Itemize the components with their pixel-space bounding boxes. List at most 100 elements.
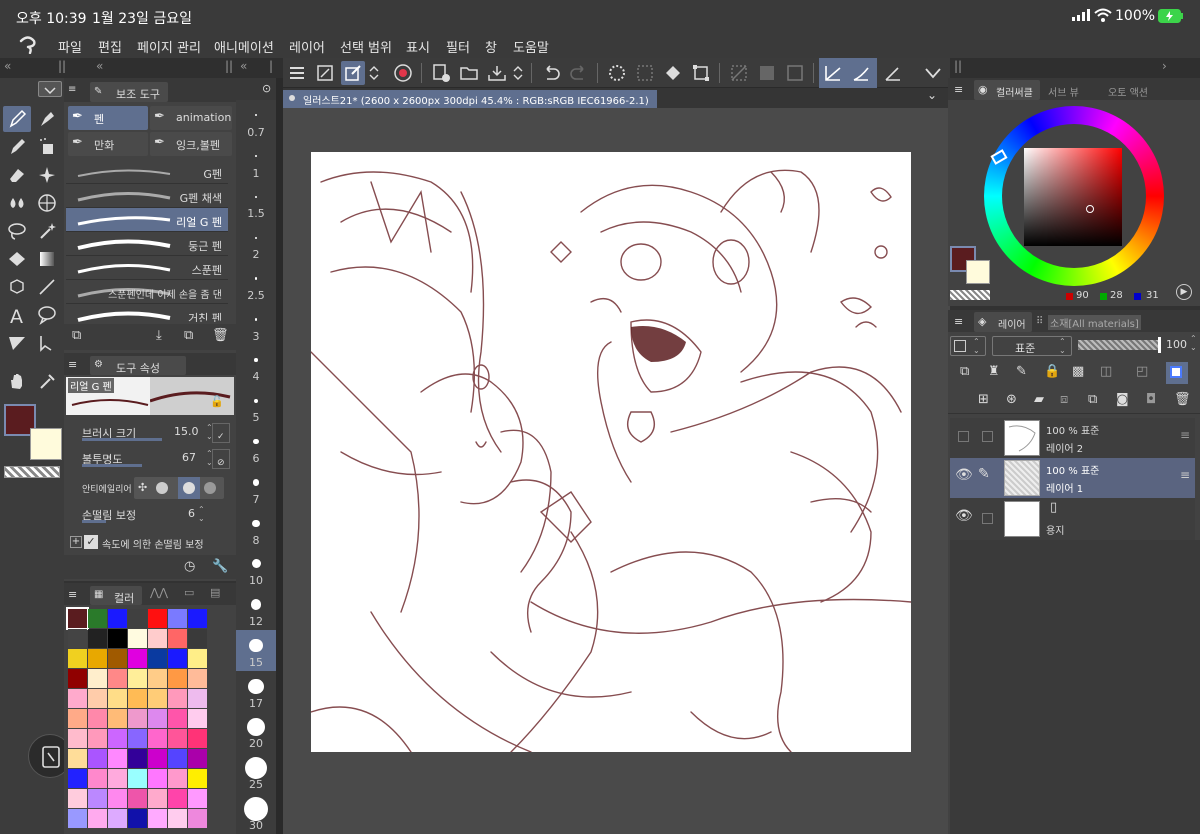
color-swatch[interactable] xyxy=(88,649,107,668)
color-swatch[interactable] xyxy=(128,709,147,728)
color-swatch[interactable] xyxy=(168,689,187,708)
brush-size-item[interactable]: 10 xyxy=(236,549,276,590)
menu-view[interactable]: 표시 xyxy=(406,37,430,56)
menu-page[interactable]: 페이지 관리 xyxy=(137,37,201,56)
list-item[interactable]: 리얼 G 펜 xyxy=(66,208,228,232)
list-item[interactable]: 거친 펜 xyxy=(66,304,228,322)
color-swatch[interactable] xyxy=(108,609,127,628)
save-button[interactable] xyxy=(485,61,509,85)
brush-size-item[interactable]: 12 xyxy=(236,589,276,630)
transparent-color-swatch[interactable] xyxy=(4,466,60,478)
color-swatch[interactable] xyxy=(148,749,167,768)
ink-tool-button[interactable] xyxy=(33,106,61,132)
fill-button[interactable] xyxy=(661,61,685,85)
layer-row-selected[interactable]: 👁 ✎ 100 % 표준 레이어 1 ≡ xyxy=(950,458,1195,498)
color-swatch[interactable] xyxy=(128,689,147,708)
deselect-button[interactable] xyxy=(727,61,751,85)
clear-outside-button[interactable] xyxy=(633,61,657,85)
transparent-chip[interactable] xyxy=(950,290,990,300)
color-swatch[interactable] xyxy=(188,729,207,748)
color-swatch[interactable] xyxy=(188,689,207,708)
color-swatch[interactable] xyxy=(88,729,107,748)
saturation-value-square[interactable] xyxy=(1024,148,1122,246)
text-tool-button[interactable]: A xyxy=(3,302,31,328)
menu-layer[interactable]: 레이어 xyxy=(289,37,325,56)
combine-layer-icon[interactable]: ⧉ xyxy=(1088,392,1097,407)
sub-color-swatch[interactable] xyxy=(30,428,62,460)
color-swatch[interactable] xyxy=(68,649,87,668)
color-swatch[interactable] xyxy=(108,729,127,748)
tab-materials[interactable]: 소재[All materials] xyxy=(1048,315,1141,330)
color-swatch[interactable] xyxy=(188,789,207,808)
list-item[interactable]: 스푼펜인데 이제 손을 좀 댄 xyxy=(66,280,228,304)
airbrush-tool-button[interactable] xyxy=(33,134,61,160)
color-swatch[interactable] xyxy=(88,609,107,628)
color-swatch[interactable] xyxy=(168,649,187,668)
gradient-tool-button[interactable] xyxy=(33,246,61,272)
expand-right-icon[interactable]: › xyxy=(1162,59,1167,73)
draft-layer-icon[interactable]: ✎ xyxy=(1016,364,1027,379)
color-swatch[interactable] xyxy=(148,809,167,828)
tab-list-chevron-icon[interactable]: ⌄ xyxy=(927,88,937,102)
stepper-icon[interactable]: ⌃ ⌄ xyxy=(198,505,205,523)
brush-size-item[interactable]: 1 xyxy=(236,141,276,182)
color-swatch[interactable] xyxy=(88,689,107,708)
color-swatch[interactable] xyxy=(68,789,87,808)
list-item[interactable]: G펜 xyxy=(66,160,228,184)
drag-handle-icon[interactable]: ≡ xyxy=(1180,468,1190,482)
antialias-none-icon[interactable]: ✣ xyxy=(138,481,147,494)
new-vector-layer-icon[interactable]: ⊛ xyxy=(1006,392,1017,407)
list-item[interactable]: G펜 채색 xyxy=(66,184,228,208)
checkbox-checked-icon[interactable]: ✓ xyxy=(84,535,98,549)
collapse-brush-icon[interactable]: « xyxy=(240,59,247,73)
brush-size-row[interactable]: 브러시 크기 15.0 ⌃ ⌄ xyxy=(82,423,213,443)
color-swatch[interactable] xyxy=(66,607,89,630)
color-swatch[interactable] xyxy=(168,609,187,628)
layer-row[interactable]: 👁 ▯ 용지 xyxy=(950,498,1195,540)
tab-auto-action[interactable]: 오토 액션 xyxy=(1108,84,1148,99)
visibility-toggle-empty[interactable] xyxy=(958,431,969,442)
fit-screen-button[interactable] xyxy=(313,61,337,85)
brush-size-item[interactable]: 15 xyxy=(236,630,276,671)
color-swatch[interactable] xyxy=(68,709,87,728)
speed-stabilization-row[interactable]: + ✓ 속도에 의한 손떨림 보정 xyxy=(70,534,236,552)
color-swatch[interactable] xyxy=(108,769,127,788)
new-raster-layer-icon[interactable]: ⊞ xyxy=(978,392,989,407)
color-swatch[interactable] xyxy=(188,649,207,668)
canvas-area[interactable] xyxy=(283,108,950,834)
menu-animation[interactable]: 애니메이션 xyxy=(214,37,274,56)
color-swatch[interactable] xyxy=(128,789,147,808)
color-swatch[interactable] xyxy=(168,629,187,648)
color-swatch[interactable] xyxy=(188,609,207,628)
expand-icon[interactable]: + xyxy=(70,536,82,548)
color-swatch[interactable] xyxy=(148,689,167,708)
object-tool-button[interactable] xyxy=(3,274,31,300)
artwork-canvas[interactable] xyxy=(311,152,911,752)
color-swatch[interactable] xyxy=(168,749,187,768)
reset-icon[interactable]: ◷ xyxy=(184,559,195,574)
menu-selection[interactable]: 선택 범위 xyxy=(340,37,392,56)
toolbar-chevron-button[interactable] xyxy=(511,61,525,85)
color-swatch[interactable] xyxy=(128,729,147,748)
balloon-tool-button[interactable] xyxy=(33,302,61,328)
mask-apply-icon[interactable]: ◘ xyxy=(1146,392,1156,407)
list-item[interactable]: 스푼펜 xyxy=(66,256,228,280)
redo-button[interactable] xyxy=(567,61,591,85)
ruler-display-icon[interactable]: ◰ xyxy=(1136,364,1148,379)
fill-tool-button[interactable] xyxy=(3,246,31,272)
brush-size-item[interactable]: 8 xyxy=(236,508,276,549)
stepper-icon[interactable]: ⌃ ⌄ xyxy=(1190,334,1197,352)
trash-icon[interactable]: 🗑 xyxy=(1174,392,1191,407)
group-tab-animation[interactable]: ✒ animation xyxy=(150,106,232,130)
menu-filter[interactable]: 필터 xyxy=(446,37,470,56)
invert-selection-button[interactable] xyxy=(755,61,779,85)
panel-handle-icon[interactable]: || xyxy=(954,59,962,73)
panel-menu-icon[interactable]: ≡ xyxy=(68,588,77,601)
antialias-strong-icon[interactable] xyxy=(204,482,216,494)
color-swatch[interactable] xyxy=(148,769,167,788)
trash-icon[interactable]: 🗑 xyxy=(212,328,229,343)
brush-size-item[interactable]: 30 xyxy=(236,793,276,834)
group-tab-pen[interactable]: ✒ 펜 xyxy=(68,106,148,130)
antialias-medium-icon[interactable] xyxy=(178,477,200,499)
lock-icon[interactable]: 🔓 xyxy=(210,395,224,408)
